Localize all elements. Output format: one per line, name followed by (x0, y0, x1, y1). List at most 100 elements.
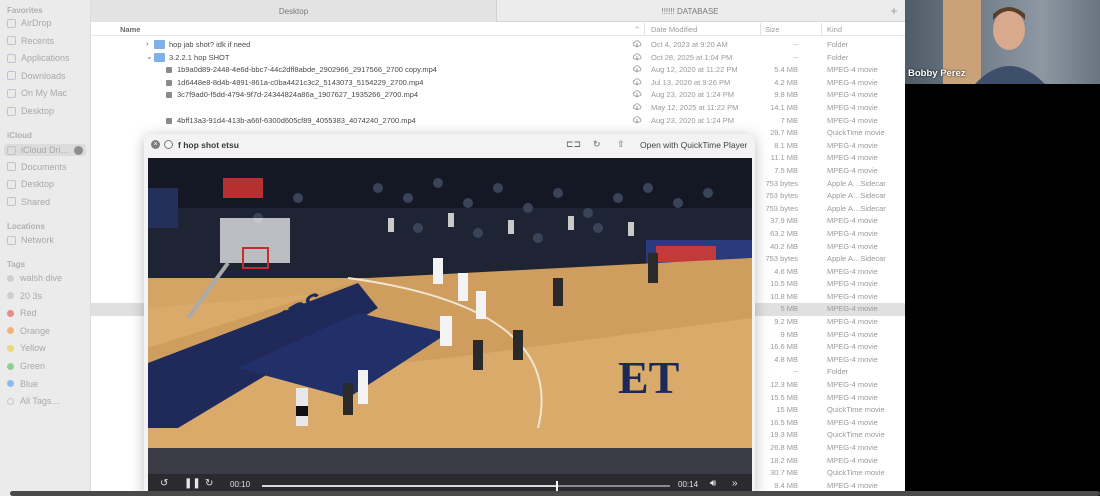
tag-item[interactable]: Blue (7, 379, 38, 389)
fullscreen-icon[interactable] (164, 140, 173, 149)
icloud-download-icon[interactable] (632, 102, 642, 112)
column-kind[interactable]: Kind (827, 25, 842, 34)
new-tab-button[interactable]: + (883, 0, 905, 21)
sidebar-item-icon (7, 197, 16, 207)
icloud-download-icon[interactable] (632, 115, 642, 125)
icloud-download-icon[interactable] (632, 52, 642, 62)
file-size: 8.1 MB (774, 140, 798, 150)
file-row[interactable]: 3c7f9ad0-f5dd-4794-9f7d-24344824a86a_190… (91, 89, 905, 102)
file-size: 7 MB (780, 115, 798, 125)
file-size: 4.6 MB (774, 266, 798, 276)
sidebar-item[interactable]: AirDrop (7, 18, 52, 28)
column-date-modified[interactable]: Date Modified (651, 25, 697, 34)
sidebar-item-label: Network (21, 235, 55, 245)
file-size: 15 MB (776, 405, 798, 415)
icloud-download-icon[interactable] (632, 89, 642, 99)
skip-back-icon[interactable]: ↺ (160, 478, 168, 489)
file-date-modified: Oct 28, 2025 at 1:04 PM (651, 52, 733, 62)
sidebar-item[interactable]: Desktop (7, 106, 54, 116)
column-divider (760, 23, 761, 35)
empty-video-area (905, 84, 1100, 496)
file-row[interactable]: May 12, 2025 at 11:22 PM 14.1 MB MPEG-4 mo… (91, 102, 905, 115)
file-size: 9 MB (780, 329, 798, 339)
file-size: 10.5 MB (770, 279, 798, 289)
sort-chevron-icon[interactable]: ⌃ (634, 25, 640, 34)
close-icon[interactable]: × (151, 140, 160, 149)
scrubber-track[interactable] (262, 481, 670, 491)
tag-item[interactable]: 20 3s (7, 291, 42, 301)
file-kind: MPEG-4 movie (827, 65, 878, 75)
sidebar-item[interactable]: Downloads (7, 71, 66, 81)
file-kind: Folder (827, 367, 849, 377)
volume-icon[interactable]: 🔊︎ (710, 478, 716, 489)
movie-file-icon (166, 117, 172, 124)
tag-item[interactable]: Orange (7, 326, 50, 336)
all-tags-icon (7, 397, 14, 405)
sidebar-item[interactable]: Shared (7, 197, 50, 207)
tag-item[interactable]: All Tags… (7, 396, 60, 406)
tag-item[interactable]: Yellow (7, 343, 46, 353)
sidebar-item[interactable]: Applications (7, 53, 70, 63)
column-size[interactable]: Size (765, 25, 780, 34)
file-row[interactable]: › hop jab shot? idk if need Oct 4, 2023 at… (91, 39, 905, 52)
sidebar-item-label: On My Mac (21, 88, 68, 99)
icloud-download-icon[interactable] (632, 64, 642, 74)
file-kind: MPEG-4 movie (827, 102, 878, 112)
tab-database[interactable]: !!!!!! DATABASE (497, 0, 883, 22)
scrubber-knob[interactable] (555, 481, 558, 491)
file-size: 9.4 MB (774, 480, 798, 490)
tab-desktop[interactable]: Desktop (91, 0, 497, 22)
file-kind: Folder (827, 52, 849, 62)
tag-label: All Tags… (20, 396, 61, 407)
icloud-download-icon[interactable] (632, 77, 642, 87)
file-name: hop jab shot? idk if need (169, 40, 251, 49)
scrubber-progress (262, 485, 556, 487)
sidebar-item-icon (7, 88, 16, 98)
icloud-header: iCloud (7, 131, 32, 140)
pause-icon[interactable]: ❚❚ (184, 478, 201, 489)
file-kind: MPEG-4 movie (827, 241, 878, 251)
icloud-download-icon[interactable] (632, 39, 642, 49)
sidebar-item-label: AirDrop (21, 18, 52, 28)
sidebar-item-icon (7, 162, 16, 172)
video-frame[interactable]: BUCCANEERS ET ↺ ❚❚ ↻ 00:10 00:14 🔊︎ » (148, 158, 752, 496)
file-kind: QuickTime movie (827, 468, 885, 478)
file-size: -- (793, 367, 798, 377)
open-with-quicktime-button[interactable]: Open with QuickTime Player (640, 140, 747, 150)
file-row[interactable]: 1d6448e8-8d4b-4891-861a-c0ba4421c3c2_514… (91, 77, 905, 90)
sidebar-item[interactable]: iCloud Dri… (4, 144, 86, 156)
file-kind: MPEG-4 movie (827, 455, 878, 465)
sidebar-item[interactable]: Documents (7, 162, 67, 172)
file-size: 753 bytes (765, 203, 798, 213)
sidebar-item[interactable]: Recents (7, 36, 54, 46)
court-text-right: ET (618, 352, 679, 403)
sidebar-item[interactable]: Network (7, 235, 54, 245)
file-row[interactable]: 4bff13a3-91d4-413b-a66f-6300d605cf89_405… (91, 115, 905, 128)
file-row[interactable]: 1b9a0d89-2448-4e6d-bbc7-44c2dff8abde_290… (91, 64, 905, 77)
share-icon[interactable]: ⇧ (617, 139, 625, 150)
tag-dot-icon (7, 274, 14, 282)
disclosure-chevron-icon[interactable]: ⌄ (146, 52, 153, 61)
tag-label: Blue (20, 378, 39, 389)
horizontal-scrollbar[interactable] (10, 491, 1100, 496)
sidebar-item-label: Desktop (21, 106, 55, 116)
tag-item[interactable]: Green (7, 361, 45, 371)
sidebar-item[interactable]: Desktop (7, 179, 54, 189)
column-name[interactable]: Name (120, 25, 140, 34)
disclosure-chevron-icon[interactable]: › (146, 39, 149, 48)
sidebar-item[interactable]: On My Mac (7, 88, 67, 98)
rotate-icon[interactable]: ↻ (593, 139, 601, 150)
locations-header: Locations (7, 222, 45, 231)
file-kind: MPEG-4 movie (827, 90, 878, 100)
tag-item[interactable]: Red (7, 308, 37, 318)
file-kind: MPEG-4 movie (827, 165, 878, 175)
tag-dot-icon (7, 362, 14, 370)
fast-forward-icon[interactable]: » (732, 478, 738, 489)
tag-item[interactable]: walsh dive (7, 273, 62, 283)
file-size: 19.3 MB (770, 430, 798, 440)
trim-icon[interactable]: ⊏⊐ (566, 139, 581, 150)
file-row[interactable]: ⌄ 3.2.2.1 hop SHOT Oct 28, 2025 at 1:04 PM… (91, 52, 905, 65)
skip-forward-icon[interactable]: ↻ (205, 478, 213, 489)
tag-label: 20 3s (20, 290, 43, 301)
current-time: 00:10 (230, 480, 251, 489)
